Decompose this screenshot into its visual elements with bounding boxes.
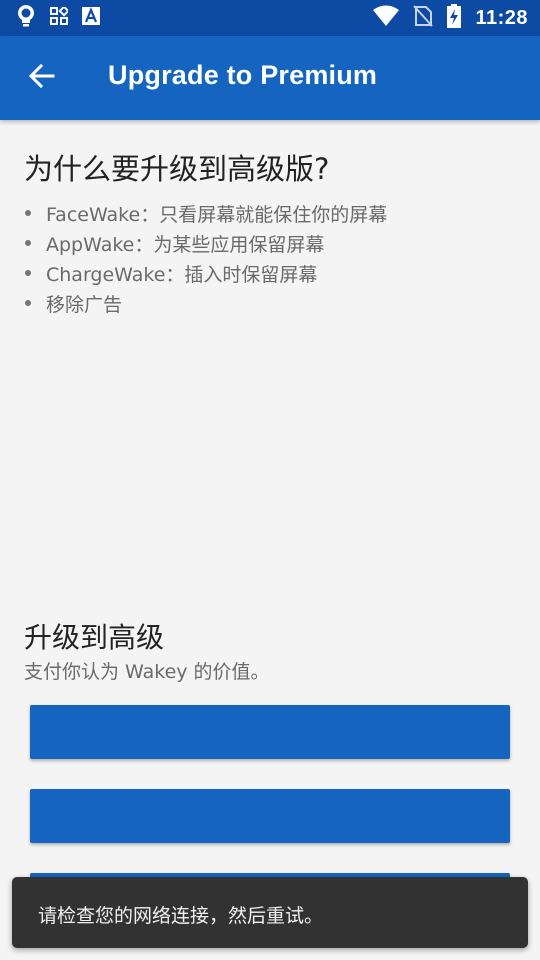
arrow-back-icon: [28, 63, 55, 92]
bullet-icon: [25, 240, 31, 246]
list-item: ChargeWake：插入时保留屏幕: [24, 258, 387, 288]
price-option-button-1[interactable]: [30, 705, 510, 759]
price-option-button-2[interactable]: [30, 789, 510, 843]
no-sim-icon: [413, 5, 434, 31]
feature-text: ChargeWake：插入时保留屏幕: [46, 263, 318, 286]
feature-text: AppWake：为某些应用保留屏幕: [46, 233, 325, 256]
bullet-icon: [25, 300, 31, 306]
list-item: FaceWake：只看屏幕就能保住你的屏幕: [24, 198, 387, 228]
battery-charging-icon: [447, 4, 462, 32]
feature-text: 移除广告: [46, 293, 123, 316]
back-button[interactable]: [18, 56, 66, 100]
bullet-icon: [25, 210, 31, 216]
font-icon: [82, 7, 100, 29]
status-time: 11:28: [475, 6, 528, 29]
status-bar: 11:28: [0, 0, 540, 36]
why-upgrade-heading: 为什么要升级到高级版?: [24, 152, 330, 186]
wifi-icon: [373, 5, 400, 31]
list-item: AppWake：为某些应用保留屏幕: [24, 228, 387, 258]
network-error-toast: 请检查您的网络连接，然后重试。: [12, 877, 528, 948]
upgrade-subtitle: 支付你认为 Wakey 的价值。: [24, 661, 270, 683]
apps-icon: [50, 5, 70, 29]
lightbulb-icon: [16, 4, 36, 32]
status-system: 11:28: [373, 4, 528, 32]
app-bar: Upgrade to Premium: [0, 36, 540, 120]
list-item: 移除广告: [24, 288, 387, 318]
feature-text: FaceWake：只看屏幕就能保住你的屏幕: [46, 203, 388, 226]
status-notifications: [16, 4, 100, 32]
upgrade-heading: 升级到高级: [24, 621, 165, 654]
feature-list: FaceWake：只看屏幕就能保住你的屏幕 AppWake：为某些应用保留屏幕 …: [24, 198, 387, 318]
bullet-icon: [25, 270, 31, 276]
toast-message: 请检查您的网络连接，然后重试。: [38, 905, 324, 927]
page-title: Upgrade to Premium: [108, 60, 378, 90]
